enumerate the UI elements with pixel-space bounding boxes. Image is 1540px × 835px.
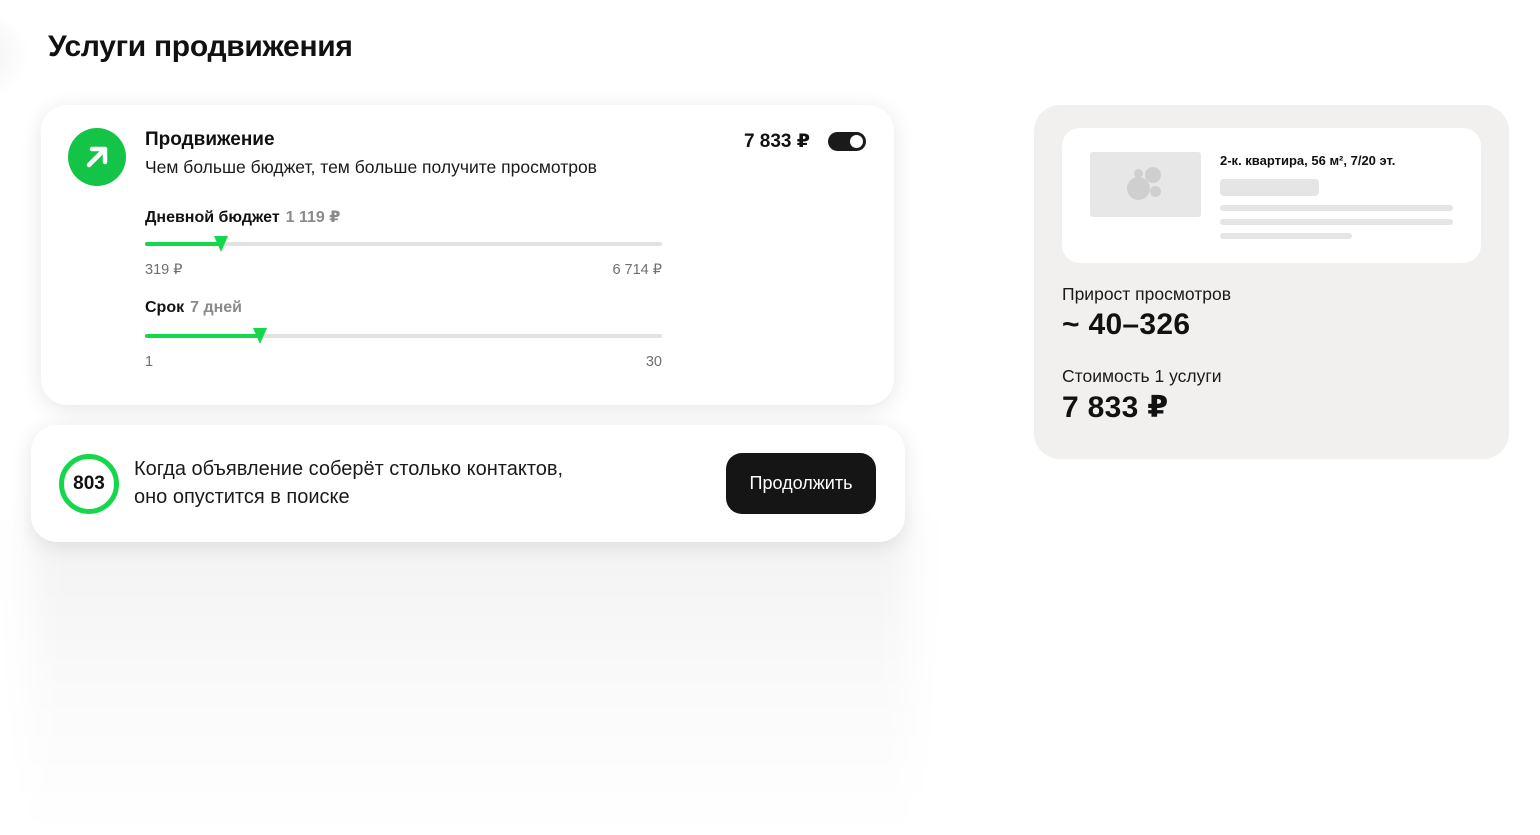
corner-decoration: [0, 10, 30, 100]
image-placeholder-dot: [1145, 167, 1161, 183]
slider-fill: [145, 334, 260, 338]
views-growth-label: Прирост просмотров: [1062, 284, 1232, 304]
continue-button[interactable]: Продолжить: [726, 453, 876, 514]
listing-title: 2-к. квартира, 56 м², 7/20 эт.: [1220, 153, 1396, 168]
listing-preview-card: 2-к. квартира, 56 м², 7/20 эт.: [1062, 128, 1481, 263]
listing-text-placeholder: [1220, 205, 1453, 211]
slider-thumb[interactable]: [253, 328, 267, 344]
promotion-card: Продвижение Чем больше бюджет, тем больш…: [41, 105, 894, 405]
page-title: Услуги продвижения: [48, 30, 353, 63]
contacts-card: 803 Когда объявление соберёт столько кон…: [31, 425, 905, 542]
contacts-count-badge: 803: [59, 454, 119, 514]
daily-budget-label-row: Дневной бюджет 1 119 ₽: [145, 207, 340, 227]
arrow-up-right-icon: [68, 128, 126, 186]
duration-max: 30: [645, 354, 662, 370]
promotion-services-page: Услуги продвижения Продвижение Чем больш…: [0, 0, 1540, 835]
duration-label: Срок: [145, 299, 185, 316]
toggle-knob: [850, 135, 863, 148]
duration-value: 7 дней: [190, 299, 243, 316]
service-cost-label: Стоимость 1 услуги: [1062, 366, 1222, 386]
contacts-text-line1: Когда объявление соберёт столько контакт…: [134, 458, 564, 480]
service-cost-value: 7 833 ₽: [1062, 391, 1169, 424]
contacts-text-line2: оно опустится в поиске: [134, 486, 350, 508]
promotion-price: 7 833 ₽: [743, 131, 810, 152]
listing-image-placeholder: [1090, 152, 1201, 217]
image-placeholder-dot: [1134, 169, 1143, 178]
promotion-title: Продвижение: [145, 129, 275, 150]
contacts-description: Когда объявление соберёт столько контакт…: [134, 455, 694, 511]
slider-fill: [145, 242, 221, 246]
background-shadow: [30, 520, 910, 835]
listing-text-placeholder: [1220, 233, 1352, 239]
listing-price-placeholder: [1220, 179, 1319, 196]
duration-slider[interactable]: [145, 328, 662, 344]
views-growth-value: ~ 40–326: [1062, 308, 1191, 341]
promotion-toggle[interactable]: [828, 132, 866, 151]
duration-label-row: Срок 7 дней: [145, 299, 242, 317]
daily-budget-max: 6 714 ₽: [612, 262, 662, 278]
preview-panel: 2-к. квартира, 56 м², 7/20 эт. Прирост п…: [1034, 105, 1509, 459]
daily-budget-slider[interactable]: [145, 236, 662, 252]
promotion-description: Чем больше бюджет, тем больше получите п…: [145, 157, 597, 177]
daily-budget-label: Дневной бюджет: [145, 209, 280, 226]
slider-thumb[interactable]: [214, 236, 228, 252]
image-placeholder-dot: [1150, 186, 1161, 197]
listing-text-placeholder: [1220, 219, 1453, 225]
daily-budget-value: 1 119 ₽: [285, 209, 341, 226]
